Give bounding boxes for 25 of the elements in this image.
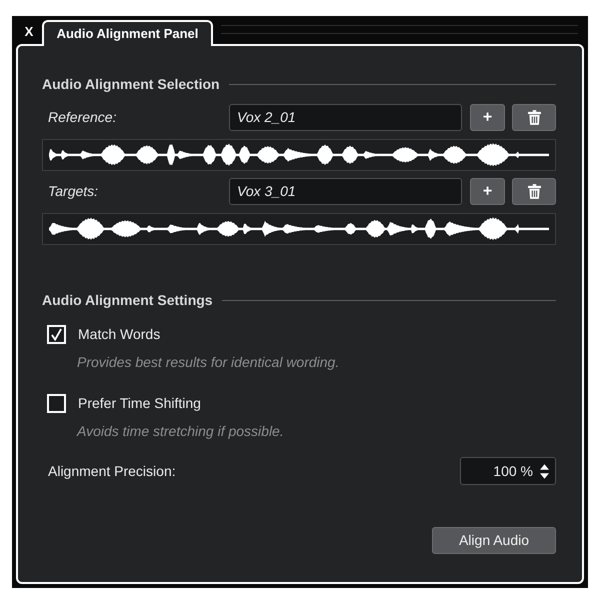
trash-icon [528,184,540,199]
checkbox[interactable] [47,394,66,412]
track-name-field[interactable]: Vox 2_01 [229,104,462,131]
track-label: Reference: [47,108,118,127]
track-label: Targets: [47,182,100,201]
close-button[interactable]: X [20,22,38,42]
add-button[interactable]: + [470,178,505,205]
section-heading: Audio Alignment Selection [42,74,220,94]
align-audio-button[interactable]: Align Audio [432,527,556,554]
option-description: Avoids time stretching if possible. [77,423,285,440]
precision-label: Alignment Precision: [47,462,176,481]
panel-tab[interactable]: Audio Alignment Panel [42,20,213,46]
option-label: Prefer Time Shifting [78,394,201,413]
section-heading: Audio Alignment Settings [42,290,213,310]
checkbox[interactable] [47,324,66,344]
checkmark-icon [51,328,62,340]
option-label: Match Words [78,324,160,344]
add-button[interactable]: + [470,104,505,131]
trash-icon [528,110,540,125]
track-name-field[interactable]: Vox 3_01 [229,178,462,205]
option-description: Provides best results for identical wording. [77,354,340,371]
stepper-arrows-icon[interactable] [540,464,549,478]
delete-button[interactable] [512,178,556,205]
precision-field[interactable]: 100 % [460,457,556,485]
delete-button[interactable] [512,104,556,131]
